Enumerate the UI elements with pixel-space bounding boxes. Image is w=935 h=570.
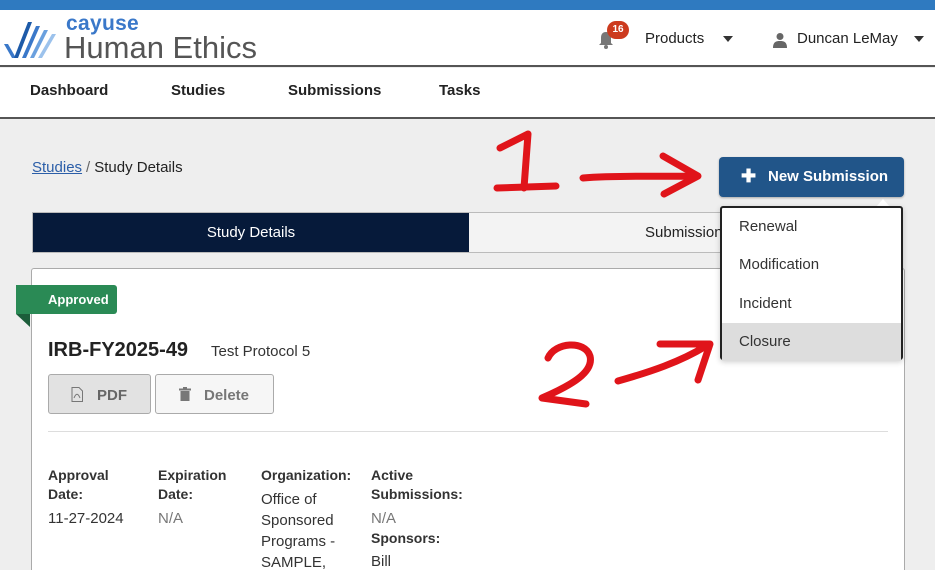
dropdown-item-modification[interactable]: Modification <box>722 246 901 284</box>
user-chevron-down-icon[interactable] <box>914 36 924 42</box>
product-name: Human Ethics <box>64 30 257 65</box>
status-badge: Approved <box>16 285 117 314</box>
trash-icon <box>179 387 191 401</box>
tab-submissions[interactable]: Submissions <box>469 213 723 252</box>
pdf-file-icon <box>71 387 83 402</box>
dropdown-item-closure[interactable]: Closure <box>722 323 901 361</box>
dropdown-item-renewal[interactable]: Renewal <box>722 208 901 246</box>
nav-submissions[interactable]: Submissions <box>288 82 381 99</box>
dropdown-item-incident[interactable]: Incident <box>722 285 901 323</box>
plus-icon: ✚ <box>741 166 757 186</box>
user-menu[interactable]: Duncan LeMay <box>797 30 898 47</box>
cayuse-logo-icon <box>4 22 56 58</box>
sponsors-value: Bill <box>371 553 392 570</box>
breadcrumb-current: Study Details <box>94 159 183 176</box>
expiration-date-label: Expiration Date: <box>158 467 227 502</box>
new-submission-button[interactable]: ✚ New Submission <box>719 157 904 197</box>
breadcrumb-studies-link[interactable]: Studies <box>32 159 82 176</box>
status-badge-fold <box>16 314 30 327</box>
organization-value: Office of Sponsored Programs - SAMPLE, <box>261 491 336 570</box>
study-title: Test Protocol 5 <box>211 343 311 360</box>
notification-count-badge: 16 <box>607 21 629 39</box>
approval-date-label: Approval Date: <box>48 467 109 502</box>
delete-label: Delete <box>204 387 250 404</box>
breadcrumb-separator: / <box>86 159 91 176</box>
sponsors-label: Sponsors: <box>371 530 441 546</box>
study-tabs: Study Details Submissions <box>32 212 723 253</box>
app-header: cayuse Human Ethics 16 Products Duncan L… <box>0 10 935 67</box>
nav-dashboard[interactable]: Dashboard <box>30 82 108 99</box>
delete-button[interactable]: Delete <box>155 374 274 414</box>
top-accent-bar <box>0 0 935 10</box>
pdf-button[interactable]: PDF <box>48 374 151 414</box>
organization-label: Organization: <box>261 467 352 483</box>
study-id: IRB-FY2025-49 <box>48 339 189 361</box>
section-divider <box>48 431 888 432</box>
nav-tasks[interactable]: Tasks <box>439 82 480 99</box>
main-nav: Dashboard Studies Submissions Tasks <box>0 68 935 119</box>
approval-date-value: 11-27-2024 <box>48 510 124 527</box>
tab-study-details[interactable]: Study Details <box>33 213 469 252</box>
pdf-label: PDF <box>97 387 127 404</box>
active-submissions-value: N/A <box>371 510 397 527</box>
new-submission-label: New Submission <box>768 168 889 185</box>
user-icon <box>773 33 787 48</box>
active-submissions-label: Active Submissions: <box>371 467 463 502</box>
nav-studies[interactable]: Studies <box>171 82 225 99</box>
products-menu[interactable]: Products <box>645 30 704 47</box>
breadcrumb: Studies / Study Details <box>32 159 183 176</box>
products-chevron-down-icon[interactable] <box>723 36 733 42</box>
new-submission-dropdown: Renewal Modification Incident Closure <box>720 206 903 361</box>
expiration-date-value: N/A <box>158 510 184 527</box>
